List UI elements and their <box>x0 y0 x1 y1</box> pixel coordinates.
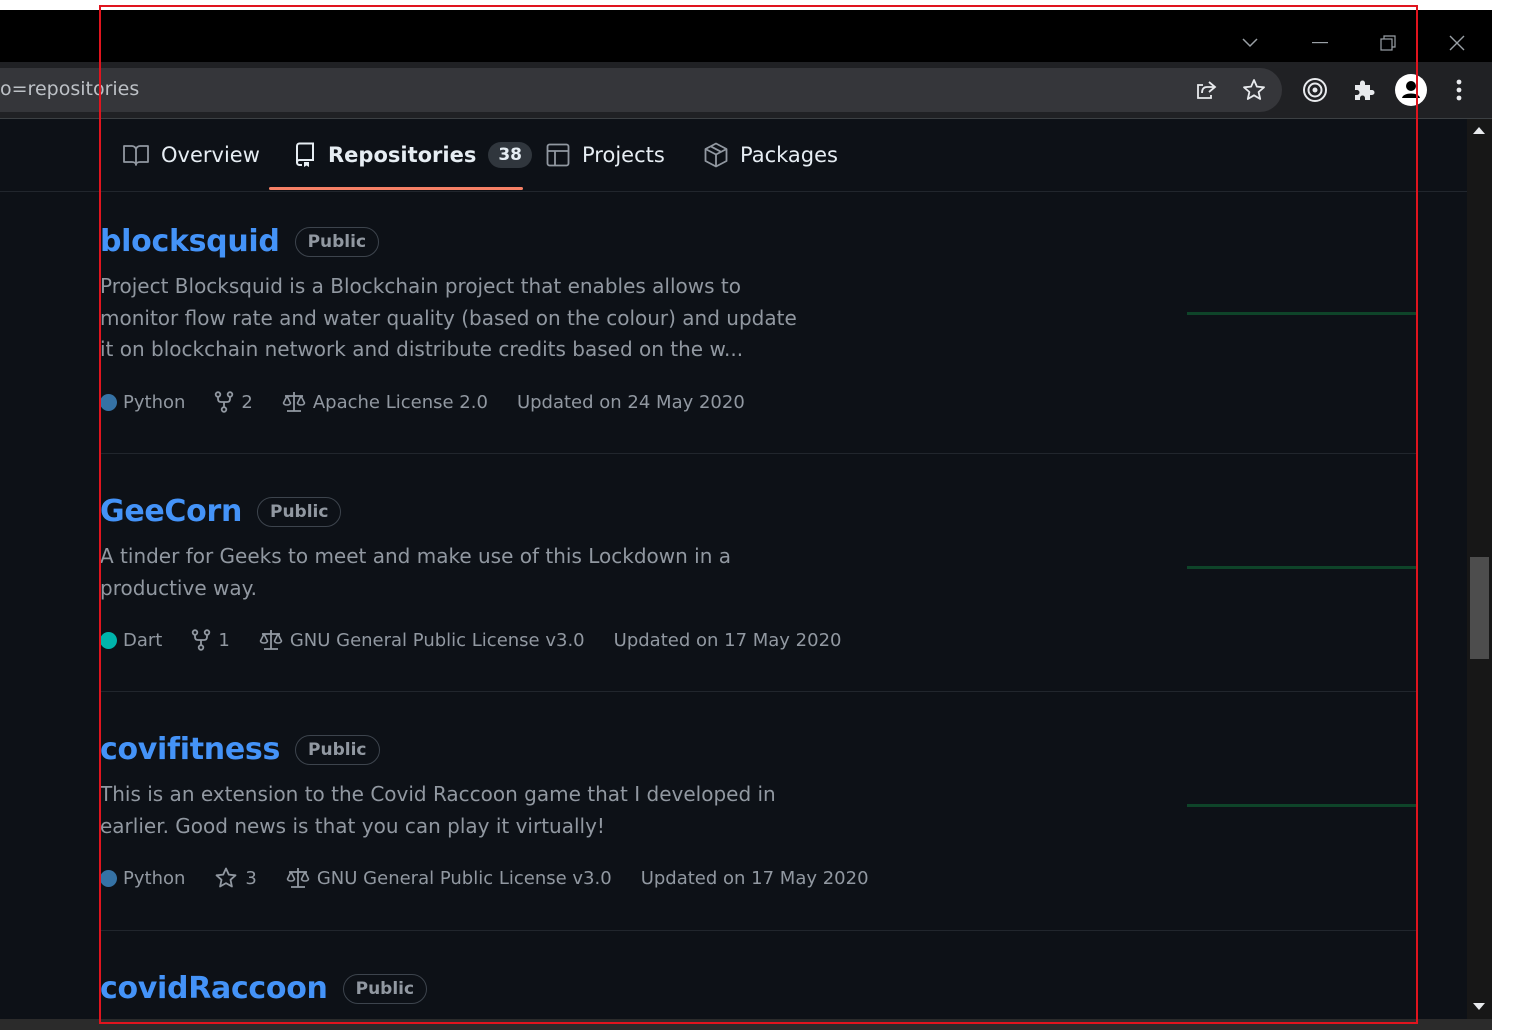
repositories-count-badge: 38 <box>488 142 533 168</box>
tab-overview[interactable]: Overview <box>123 137 260 173</box>
minimize-icon[interactable] <box>1290 20 1350 66</box>
law-scale-icon <box>282 392 306 412</box>
book-icon <box>123 145 149 166</box>
repo-language: Python <box>100 392 185 413</box>
fork-icon <box>215 391 234 413</box>
tab-overview-label: Overview <box>161 143 260 167</box>
license-label: Apache License 2.0 <box>312 391 488 413</box>
bookmark-star-icon[interactable] <box>1238 74 1270 106</box>
repo-name-link[interactable]: GeeCorn <box>100 494 242 529</box>
fork-count: 1 <box>218 629 230 651</box>
active-tab-underline <box>269 187 523 190</box>
url-text[interactable]: o=repositories <box>0 78 139 100</box>
tab-packages[interactable]: Packages <box>704 137 838 173</box>
visibility-badge: Public <box>295 734 380 765</box>
profile-tabs: Overview Repositories 38 Projects Packag… <box>0 119 1467 192</box>
scrollbar-thumb[interactable] <box>1470 557 1489 659</box>
repo-forks-link[interactable]: 1 <box>191 629 230 651</box>
repo-description: A tinder for Geeks to meet and make use … <box>100 544 732 600</box>
visibility-badge: Public <box>342 973 428 1004</box>
repo-list-item: covifitness Public This is an extension … <box>100 692 1418 931</box>
repo-forks-link[interactable]: 2 <box>214 391 253 413</box>
repo-description: This is an extension to the Covid Raccoo… <box>100 782 776 838</box>
repo-list-item: blocksquid Public Project Blocksquid is … <box>100 192 1418 454</box>
law-scale-icon <box>286 868 310 888</box>
language-label: Python <box>123 391 186 413</box>
scroll-up-arrow-icon[interactable] <box>1473 127 1485 134</box>
restore-icon[interactable] <box>1358 20 1418 66</box>
license-label: GNU General Public License v3.0 <box>289 629 585 651</box>
updated-label: Updated on 17 May 2020 <box>640 867 869 889</box>
address-bar[interactable]: o=repositories <box>0 68 1282 112</box>
language-label: Python <box>123 867 186 889</box>
table-icon <box>546 143 570 167</box>
repo-list-item: covidRaccoon Public <box>100 931 1418 1030</box>
updated-label: Updated on 24 May 2020 <box>516 391 745 413</box>
repo-name-link[interactable]: covifitness <box>100 732 280 767</box>
profile-avatar-icon[interactable] <box>1395 74 1427 106</box>
title-bar <box>0 10 1492 62</box>
updated-label: Updated on 17 May 2020 <box>613 629 842 651</box>
tab-search-chevron-icon[interactable] <box>1220 20 1280 66</box>
screen-top-strip <box>0 0 1492 10</box>
repo-language: Python <box>100 868 185 889</box>
tab-projects[interactable]: Projects <box>546 137 665 173</box>
repo-license: Apache License 2.0 <box>282 391 488 413</box>
visibility-badge: Public <box>294 226 380 257</box>
github-profile-page: Overview Repositories 38 Projects Packag… <box>0 119 1467 1030</box>
repo-license: GNU General Public License v3.0 <box>286 867 612 889</box>
activity-sparkline <box>1187 566 1417 569</box>
page-scrollbar[interactable] <box>1467 119 1492 1019</box>
language-color-dot <box>100 393 117 411</box>
license-label: GNU General Public License v3.0 <box>316 867 612 889</box>
fork-count: 2 <box>241 391 253 413</box>
scroll-down-arrow-icon[interactable] <box>1473 1003 1485 1010</box>
language-color-dot <box>100 869 117 887</box>
star-icon <box>216 867 237 888</box>
tab-projects-label: Projects <box>582 143 665 167</box>
repo-language: Dart <box>100 630 162 651</box>
law-scale-icon <box>259 630 283 650</box>
tab-packages-label: Packages <box>740 143 838 167</box>
activity-sparkline <box>1187 804 1417 807</box>
package-icon <box>704 142 728 168</box>
extension-target-icon[interactable] <box>1299 74 1331 106</box>
language-label: Dart <box>123 629 163 651</box>
tab-repositories-label: Repositories <box>328 143 477 167</box>
share-icon[interactable] <box>1190 74 1222 106</box>
fork-icon <box>192 629 211 651</box>
repo-stars-link[interactable]: 3 <box>214 867 257 889</box>
star-count: 3 <box>245 867 257 889</box>
activity-sparkline <box>1187 312 1417 315</box>
repo-license: GNU General Public License v3.0 <box>259 629 585 651</box>
repo-name-link[interactable]: blocksquid <box>100 224 280 259</box>
repo-list-item: GeeCorn Public A tinder for Geeks to mee… <box>100 454 1418 692</box>
menu-dots-icon[interactable] <box>1443 74 1475 106</box>
close-icon[interactable] <box>1427 20 1487 66</box>
browser-window: o=repositories Overview Repositories 38 … <box>0 0 1492 1030</box>
language-color-dot <box>100 631 117 649</box>
extensions-puzzle-icon[interactable] <box>1347 74 1379 106</box>
visibility-badge: Public <box>257 496 342 527</box>
browser-toolbar: o=repositories <box>0 62 1492 119</box>
repo-icon <box>295 142 314 167</box>
tab-repositories[interactable]: Repositories 38 <box>294 137 533 173</box>
repo-description: Project Blocksquid is a Blockchain proje… <box>100 274 797 361</box>
repo-name-link[interactable]: covidRaccoon <box>100 971 328 1006</box>
bottom-strip <box>0 1019 1492 1030</box>
